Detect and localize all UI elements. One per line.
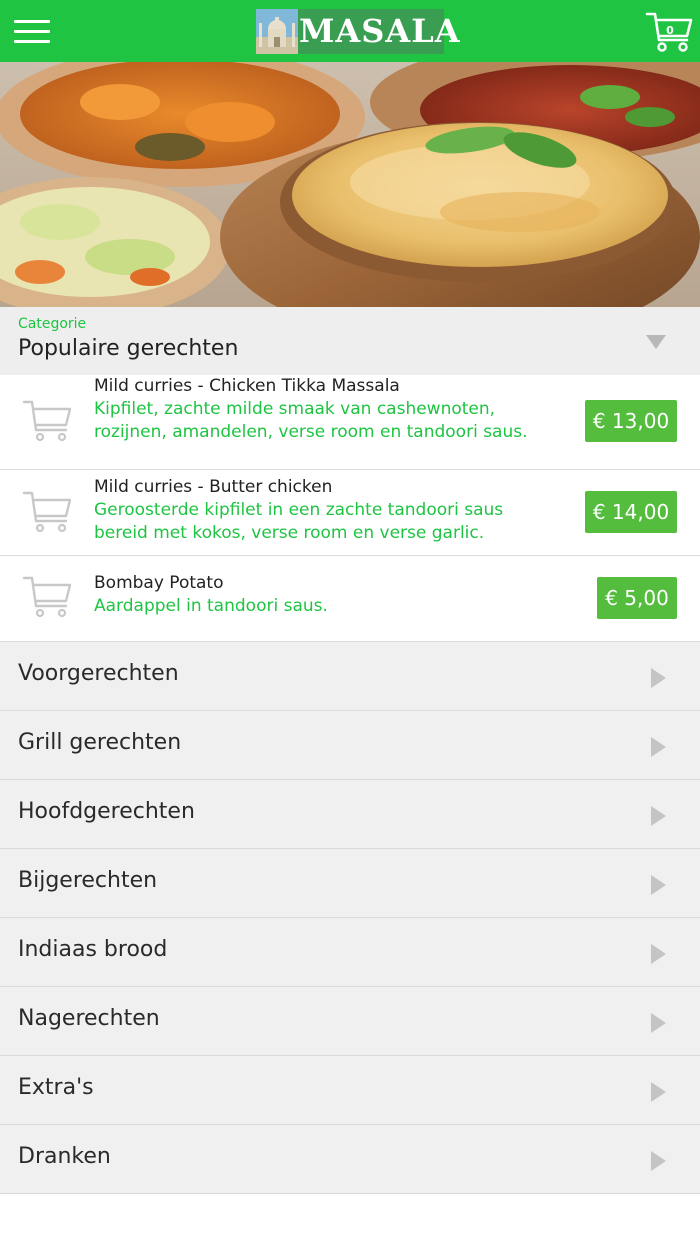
logo-text: MASALA <box>299 12 461 50</box>
category-row-extras[interactable]: Extra's <box>0 1056 700 1125</box>
add-to-cart-button[interactable] <box>22 489 74 533</box>
category-row-grill-gerechten[interactable]: Grill gerechten <box>0 711 700 780</box>
chevron-right-icon <box>651 737 666 757</box>
price-button[interactable]: € 13,00 <box>585 400 677 442</box>
taj-mahal-logo-icon <box>256 9 298 54</box>
category-selected-value: Populaire gerechten <box>18 336 239 361</box>
category-row-label: Bijgerechten <box>18 868 158 893</box>
price-button[interactable]: € 5,00 <box>597 577 677 619</box>
hero-food-image <box>0 62 700 307</box>
category-row-indiaas-brood[interactable]: Indiaas brood <box>0 918 700 987</box>
dish-description: Kipfilet, zachte milde smaak van cashewn… <box>94 399 528 442</box>
dish-row: Mild curries - Chicken Tikka Massala Kip… <box>0 375 700 470</box>
add-to-cart-button[interactable] <box>22 398 74 442</box>
category-selector[interactable]: Categorie Populaire gerechten <box>0 307 700 375</box>
cart-icon <box>22 576 72 618</box>
dish-name: Mild curries - Chicken Tikka Massala <box>94 376 400 396</box>
category-row-voorgerechten[interactable]: Voorgerechten <box>0 642 700 711</box>
chevron-right-icon <box>651 944 666 964</box>
chevron-right-icon <box>651 1082 666 1102</box>
masala-logo[interactable]: MASALA <box>256 9 460 54</box>
hamburger-menu-button[interactable] <box>14 18 50 46</box>
chevron-right-icon <box>651 668 666 688</box>
category-row-label: Voorgerechten <box>18 661 179 686</box>
category-row-bijgerechten[interactable]: Bijgerechten <box>0 849 700 918</box>
chevron-right-icon <box>651 806 666 826</box>
dish-name: Bombay Potato <box>94 573 224 593</box>
category-row-label: Grill gerechten <box>18 730 182 755</box>
dish-description: Geroosterde kipfilet in een zachte tando… <box>94 500 504 543</box>
dish-description: Aardappel in tandoori saus. <box>94 596 328 616</box>
dish-row: Bombay Potato Aardappel in tandoori saus… <box>0 556 700 642</box>
dish-row: Mild curries - Butter chicken Geroosterd… <box>0 470 700 556</box>
hamburger-menu-icon <box>14 20 50 23</box>
category-row-hoofdgerechten[interactable]: Hoofdgerechten <box>0 780 700 849</box>
price-button[interactable]: € 14,00 <box>585 491 677 533</box>
category-row-dranken[interactable]: Dranken <box>0 1125 700 1194</box>
cart-icon <box>22 400 72 442</box>
chevron-right-icon <box>651 1013 666 1033</box>
cart-button[interactable]: 0 <box>645 10 695 54</box>
dish-name: Mild curries - Butter chicken <box>94 477 333 497</box>
cart-icon <box>22 491 72 533</box>
category-row-label: Dranken <box>18 1144 111 1169</box>
category-row-label: Nagerechten <box>18 1006 160 1031</box>
top-bar: MASALA 0 <box>0 0 700 62</box>
dropdown-arrow-icon[interactable] <box>646 335 666 349</box>
add-to-cart-button[interactable] <box>22 574 74 618</box>
category-row-label: Hoofdgerechten <box>18 799 195 824</box>
chevron-right-icon <box>651 1151 666 1171</box>
category-row-label: Extra's <box>18 1075 94 1100</box>
category-row-label: Indiaas brood <box>18 937 168 962</box>
chevron-right-icon <box>651 875 666 895</box>
category-label: Categorie <box>18 316 87 332</box>
category-row-nagerechten[interactable]: Nagerechten <box>0 987 700 1056</box>
cart-count-badge: 0 <box>666 24 674 37</box>
